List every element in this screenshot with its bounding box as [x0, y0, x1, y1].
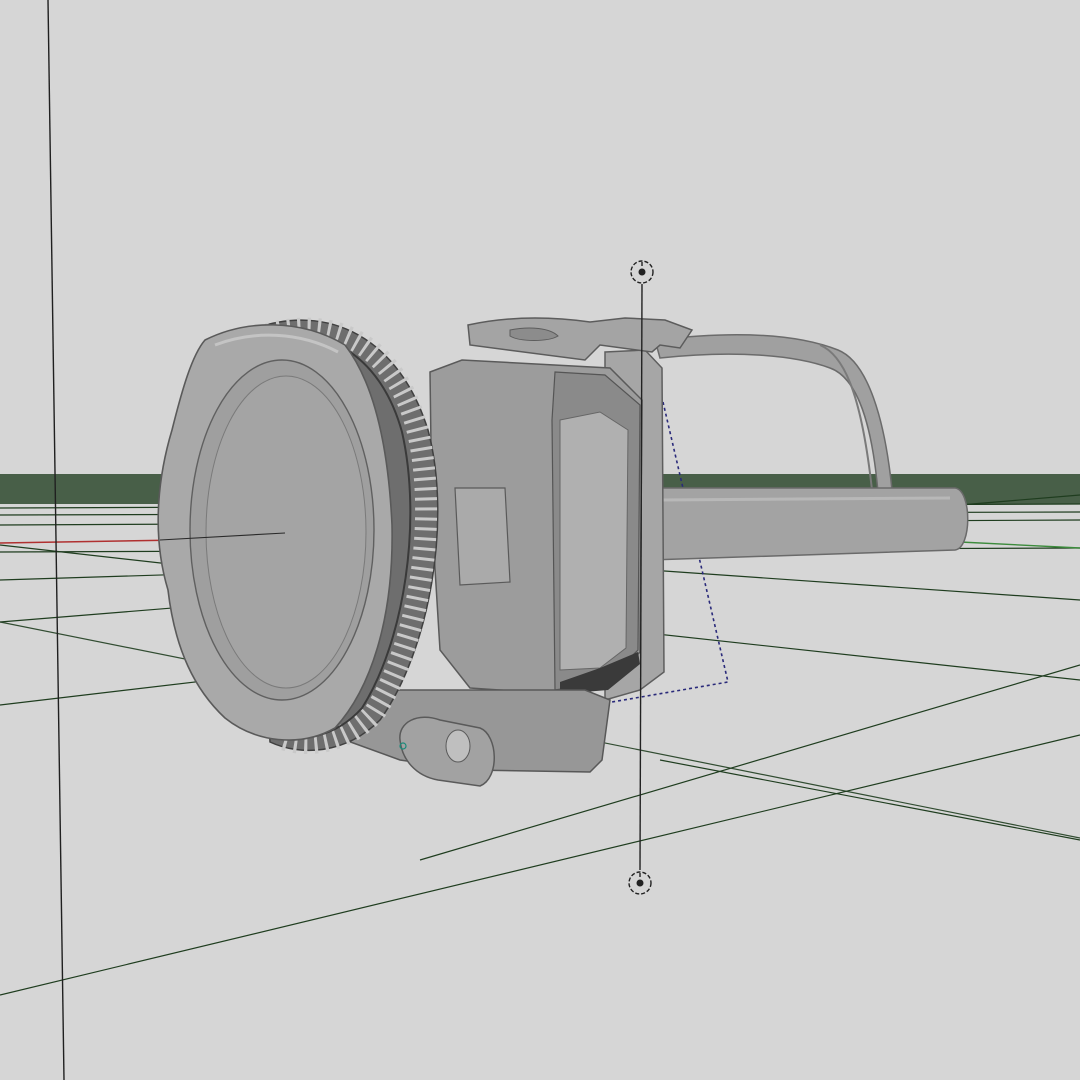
- gizmo-top-handle[interactable]: [630, 260, 654, 284]
- crosshair-dot: [638, 268, 646, 276]
- gizmo-bottom-handle[interactable]: [628, 871, 652, 895]
- lens-cap-face-inner: [205, 375, 367, 689]
- housing-side-tab: [454, 487, 511, 586]
- housing-facet-inner: [559, 411, 629, 671]
- headband-strap-highlight: [659, 496, 951, 502]
- viewport-canvas[interactable]: [0, 0, 1080, 1080]
- crosshair-dot: [636, 879, 644, 887]
- lens-cap[interactable]: [157, 324, 393, 741]
- 3d-viewport[interactable]: [0, 0, 1080, 1080]
